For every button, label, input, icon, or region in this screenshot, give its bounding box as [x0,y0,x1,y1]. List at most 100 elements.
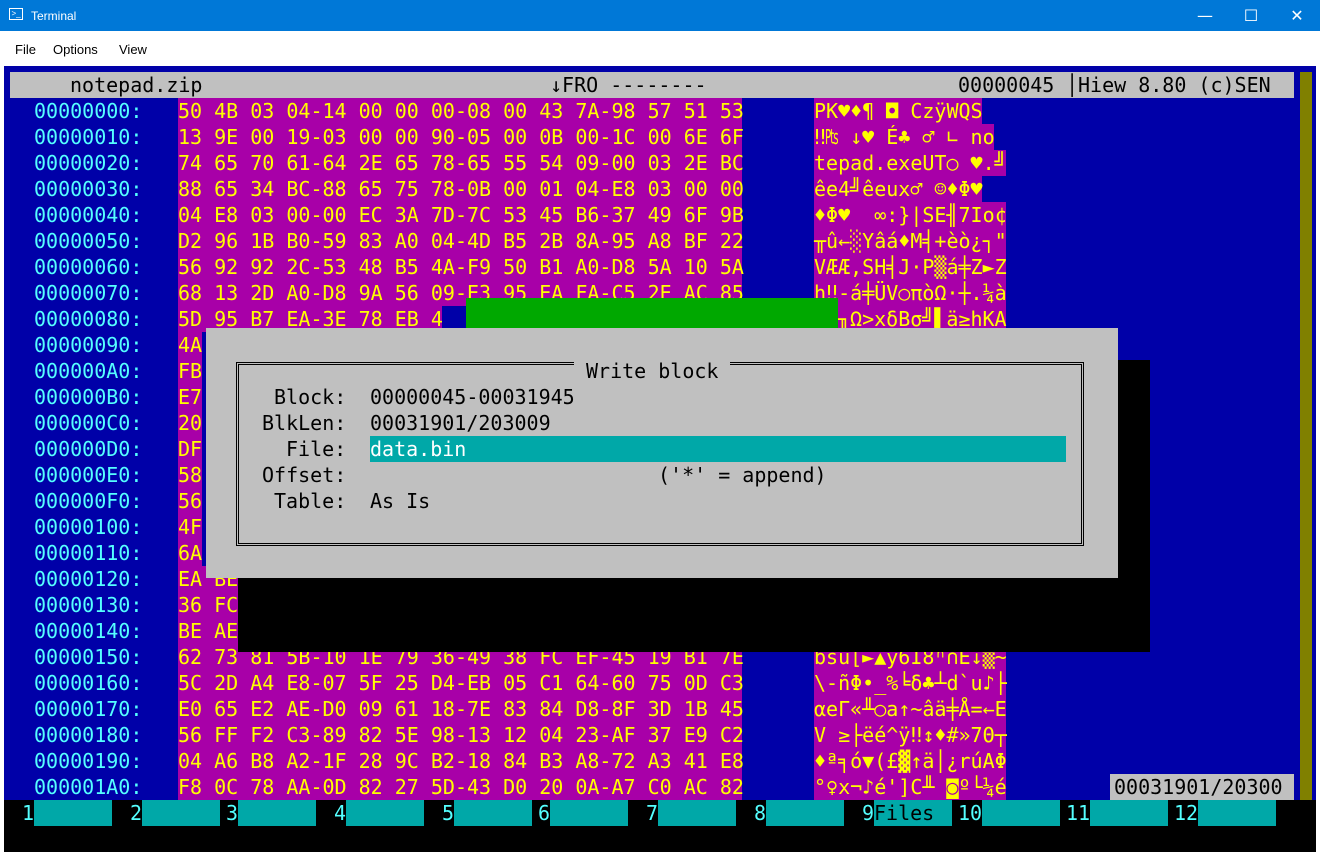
ascii-text: ╥û←░Yâá♦M╡+èò¿┐" [814,229,1007,253]
hex-bytes: 74 65 70 61-64 2E 65 78-65 55 54 09-00 0… [178,151,744,175]
address-cell: 000000C0: [34,411,143,435]
fkey-number-11: 11 [1066,801,1091,825]
title-bar: >_ Terminal — ☐ ✕ [0,0,1320,31]
block-label: Block: [274,385,347,409]
table-value: As Is [370,489,431,513]
address-cell: 00000190: [34,749,143,773]
fkey-8-button[interactable] [766,800,844,826]
address-cell: 00000040: [34,203,143,227]
address-cell: 00000140: [34,619,143,643]
ascii-text: ‼₧ ↓♥ É♣ ♂ ∟ no [814,125,995,149]
hex-bytes: 56 [178,489,203,513]
ascii-text: αeΓ«╨○a↑~âä╪Å=←E [814,697,1007,721]
maximize-button[interactable]: ☐ [1228,0,1274,31]
status-separator: │ [1066,73,1079,97]
blklen-label: BlkLen: [262,411,347,435]
file-label: File: [286,437,347,461]
status-version: Hiew 8.80 (c)SEN [1078,73,1271,97]
fkey-number-8: 8 [754,801,767,825]
ascii-text: PK♥♦¶ ◘ CzÿWQS [814,99,983,123]
fkey-10-button[interactable] [982,800,1060,826]
fkey-3-button[interactable] [238,800,316,826]
hex-bytes: 4F [178,515,203,539]
terminal-screen[interactable]: notepad.zip ↓FRO -------- 00000045 │ Hiew 8.… [4,66,1316,852]
hex-bytes: 88 65 34 BC-88 65 75 78-0B 00 01 04-E8 0… [178,177,744,201]
address-cell: 000000A0: [34,359,143,383]
address-cell: 00000010: [34,125,143,149]
fkey-12-button[interactable] [1198,800,1276,826]
ascii-text: tepad.exeUT○ ♥.╝ [814,151,1007,175]
fkey-number-7: 7 [646,801,659,825]
ascii-text: °♀x¬♪é']C╨ ◙º└¼é [814,775,1007,799]
hex-bytes: E7 [178,385,203,409]
fkey-6-button[interactable] [550,800,628,826]
hex-bytes: E0 65 E2 AE-D0 09 61 18-7E 83 84 D8-8F 3… [178,697,744,721]
address-cell: 00000160: [34,671,143,695]
hex-bytes: 56 92 92 2C-53 48 B5 4A-F9 50 B1 A0-D8 5… [178,255,744,279]
hex-bytes: 04 E8 03 00-00 EC 3A 7D-7C 53 45 B6-37 4… [178,203,744,227]
address-cell: 00000100: [34,515,143,539]
hex-bytes: D2 96 1B B0-59 83 A0 04-4D B5 2B 8A-95 A… [178,229,744,253]
table-label: Table: [274,489,347,513]
close-button[interactable]: ✕ [1274,0,1320,31]
fkey-number-1: 1 [22,801,35,825]
block-length-counter: 00031901/20300 [1114,775,1283,799]
fkey-9-button[interactable]: Files [874,800,952,826]
dialog-title: Write block [574,358,731,384]
address-cell: 00000170: [34,697,143,721]
menu-view[interactable]: View [119,42,147,57]
address-cell: 00000150: [34,645,143,669]
fkey-number-12: 12 [1174,801,1199,825]
status-mode: ↓FRO -------- [550,73,707,97]
hex-bytes: 50 4B 03 04-14 00 00 00-08 00 43 7A-98 5… [178,99,744,123]
address-cell: 00000060: [34,255,143,279]
hex-bytes: 4A [178,333,203,357]
menu-bar: File Options View [0,31,1320,66]
address-cell: 00000090: [34,333,143,357]
fkey-4-button[interactable] [346,800,424,826]
ascii-text: êe4╝êeux♂ ☺♦Φ♥ [814,177,983,201]
minimize-button[interactable]: — [1182,0,1228,31]
hex-bytes: 58 [178,463,203,487]
hex-bytes: 20 [178,411,203,435]
address-cell: 000000D0: [34,437,143,461]
offset-hint: ('*' = append) [658,463,827,487]
fkey-11-button[interactable] [1090,800,1168,826]
selection-bar [466,298,838,330]
fkey-number-2: 2 [130,801,143,825]
address-cell: 00000070: [34,281,143,305]
address-cell: 00000020: [34,151,143,175]
fkey-number-10: 10 [958,801,983,825]
window-title: Terminal [31,9,77,23]
terminal-icon: >_ [9,8,23,20]
menu-options[interactable]: Options [53,42,98,57]
status-offset: 00000045 [958,73,1055,97]
hex-bytes: 56 FF F2 C3-89 82 5E 98-13 12 04 23-AF 3… [178,723,744,747]
menu-file[interactable]: File [15,42,36,57]
fkey-2-button[interactable] [142,800,220,826]
fkey-number-3: 3 [226,801,239,825]
address-cell: 00000110: [34,541,143,565]
address-cell: 00000000: [34,99,143,123]
blklen-value: 00031901/203009 [370,411,551,435]
address-cell: 00000120: [34,567,143,591]
ascii-text: \-ñΦ•_%╘δ♣┴d`u♪├ [814,671,1007,695]
fkey-number-6: 6 [538,801,551,825]
hex-bytes: F8 0C 78 AA-0D 82 27 5D-43 D0 20 0A-A7 C… [178,775,744,799]
fkey-5-button[interactable] [454,800,532,826]
fkey-1-button[interactable] [34,800,112,826]
ascii-text: h‼-á╪ÜV○πòΩ·┼.¼à [814,281,1007,305]
file-input[interactable]: data.bin [370,436,1066,462]
hex-bytes: FB [178,359,203,383]
address-cell: 00000130: [34,593,143,617]
hex-bytes: 13 9E 00 19-03 00 00 90-05 00 0B 00-1C 0… [178,125,744,149]
fkey-7-button[interactable] [658,800,736,826]
address-cell: 000000E0: [34,463,143,487]
ascii-text: VÆÆ,SH╡J·P▒á╪Z►Z [814,255,1007,279]
address-cell: 00000180: [34,723,143,747]
address-cell: 00000050: [34,229,143,253]
fkey-number-4: 4 [334,801,347,825]
hex-bytes: 04 A6 B8 A2-1F 28 9C B2-18 84 B3 A8-72 A… [178,749,744,773]
fkey-number-5: 5 [442,801,455,825]
block-value: 00000045-00031945 [370,385,575,409]
